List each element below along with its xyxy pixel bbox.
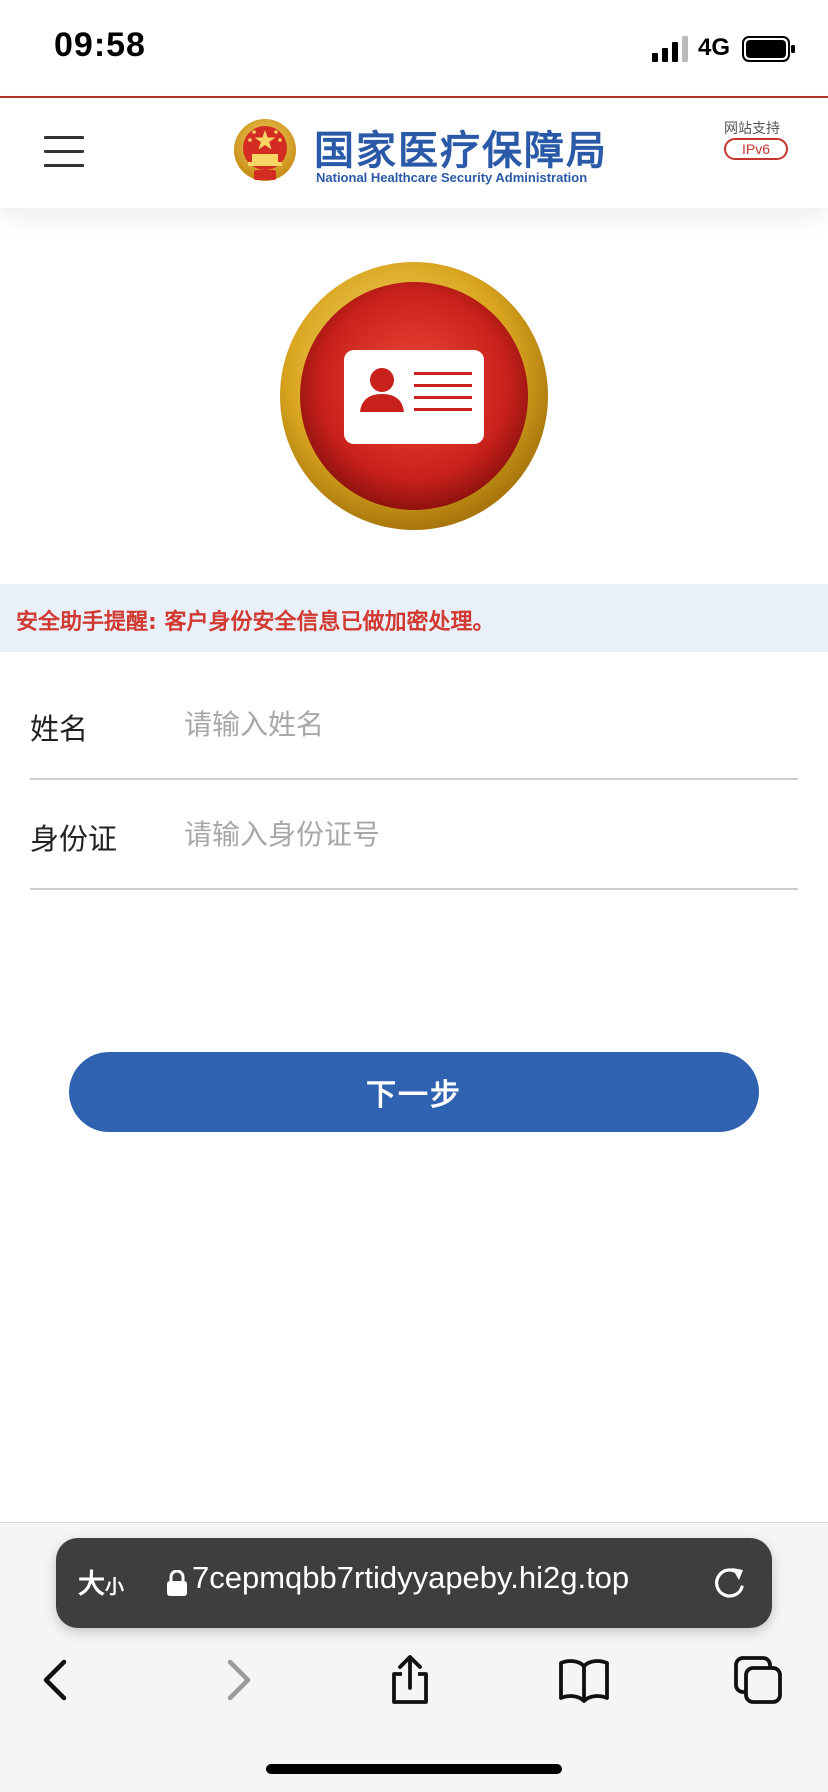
- forward-icon[interactable]: [208, 1652, 264, 1708]
- site-header: 国家医疗保障局 National Healthcare Security Adm…: [0, 98, 828, 208]
- id-field-row: 身份证: [30, 780, 798, 890]
- home-indicator: [266, 1764, 562, 1774]
- security-notice-banner: 安全助手提醒: 客户身份安全信息已做加密处理。: [0, 584, 828, 652]
- text-size-big-label: 大: [78, 1569, 105, 1600]
- ipv6-caption: 网站支持: [724, 121, 780, 137]
- battery-icon: [742, 36, 795, 62]
- name-field-row: 姓名: [30, 670, 798, 780]
- tabs-icon[interactable]: [730, 1652, 786, 1708]
- lock-icon: [167, 1570, 187, 1596]
- status-bar: 09:58 4G: [0, 0, 828, 96]
- id-card-icon: [280, 262, 548, 530]
- url-text[interactable]: 7cepmqbb7rtidyyapeby.hi2g.top: [192, 1560, 692, 1596]
- text-size-small-label: 小: [105, 1576, 125, 1598]
- national-emblem-icon: [234, 119, 296, 181]
- site-title: 国家医疗保障局: [314, 127, 608, 174]
- url-bar[interactable]: 大小 7cepmqbb7rtidyyapeby.hi2g.top: [56, 1538, 772, 1628]
- name-input[interactable]: [184, 696, 784, 752]
- text-size-button[interactable]: 大小: [78, 1562, 124, 1601]
- share-icon[interactable]: [382, 1652, 438, 1708]
- menu-icon[interactable]: [44, 136, 84, 168]
- name-label: 姓名: [30, 712, 89, 746]
- back-icon[interactable]: [30, 1652, 86, 1708]
- status-time: 09:58: [54, 26, 146, 64]
- site-subtitle: National Healthcare Security Administrat…: [316, 170, 588, 185]
- network-label: 4G: [698, 34, 731, 61]
- ipv6-badge: IPv6: [724, 138, 788, 160]
- reload-icon[interactable]: [708, 1562, 750, 1604]
- id-number-input[interactable]: [184, 806, 784, 862]
- id-number-label: 身份证: [30, 822, 118, 856]
- security-notice-text: 安全助手提醒: 客户身份安全信息已做加密处理。: [16, 610, 495, 635]
- signal-icon: [652, 36, 688, 62]
- bookmarks-icon[interactable]: [556, 1652, 612, 1708]
- next-step-button[interactable]: 下一步: [69, 1052, 759, 1132]
